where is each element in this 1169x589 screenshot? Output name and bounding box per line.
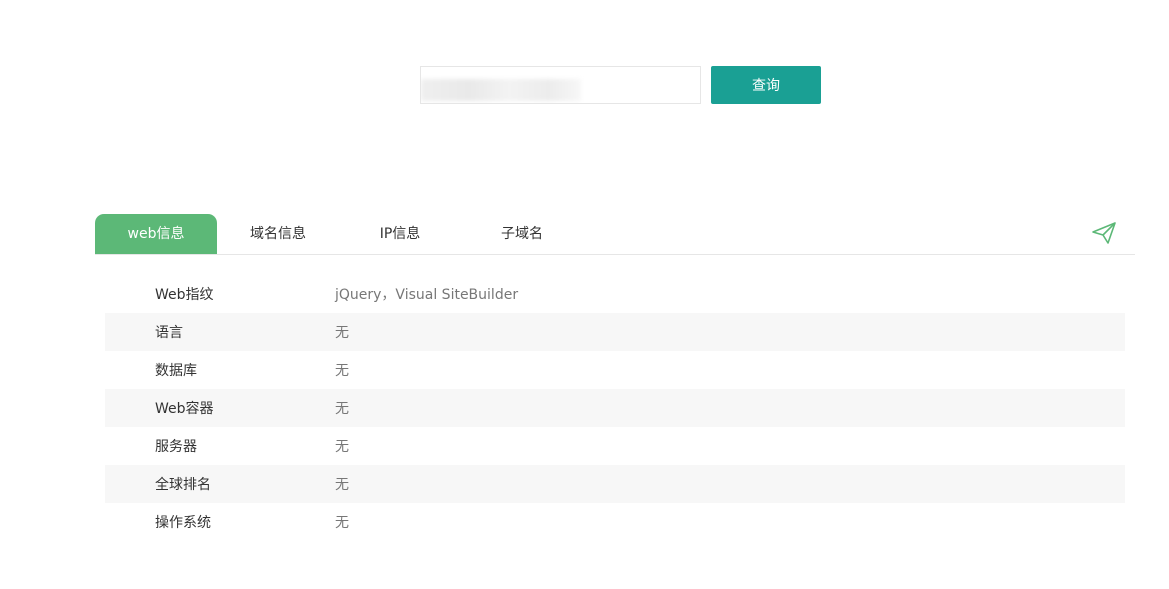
- search-bar: 查询: [420, 66, 821, 104]
- table-row: 服务器 无: [105, 427, 1125, 465]
- row-key: 操作系统: [155, 515, 211, 531]
- row-key: Web容器: [155, 401, 214, 417]
- tab-subdomain[interactable]: 子域名: [461, 214, 583, 254]
- table-row: 全球排名 无: [105, 465, 1125, 503]
- row-key: 语言: [155, 325, 183, 341]
- row-key: 数据库: [155, 363, 197, 379]
- tab-web-info[interactable]: web信息: [95, 214, 217, 254]
- row-key: 全球排名: [155, 477, 211, 493]
- row-value: 无: [335, 401, 349, 417]
- row-value: 无: [335, 363, 349, 379]
- row-key: Web指纹: [155, 287, 214, 303]
- row-value: 无: [335, 325, 349, 341]
- table-row: 数据库 无: [105, 351, 1125, 389]
- query-button[interactable]: 查询: [711, 66, 821, 104]
- row-key: 服务器: [155, 439, 197, 455]
- row-value: 无: [335, 515, 349, 531]
- paper-plane-icon[interactable]: [1091, 220, 1117, 246]
- tab-ip-info[interactable]: IP信息: [339, 214, 461, 254]
- info-tabs: web信息 域名信息 IP信息 子域名: [95, 214, 1135, 255]
- table-row: 操作系统 无: [105, 503, 1125, 541]
- search-input-wrapper[interactable]: [420, 66, 701, 104]
- table-row: Web指纹 jQuery，Visual SiteBuilder: [105, 275, 1125, 313]
- web-info-table: Web指纹 jQuery，Visual SiteBuilder 语言 无 数据库…: [105, 275, 1125, 541]
- tab-domain-info[interactable]: 域名信息: [217, 214, 339, 254]
- row-value: 无: [335, 439, 349, 455]
- row-value: 无: [335, 477, 349, 493]
- table-row: Web容器 无: [105, 389, 1125, 427]
- table-row: 语言 无: [105, 313, 1125, 351]
- row-value: jQuery，Visual SiteBuilder: [335, 287, 519, 303]
- search-input[interactable]: [421, 67, 700, 103]
